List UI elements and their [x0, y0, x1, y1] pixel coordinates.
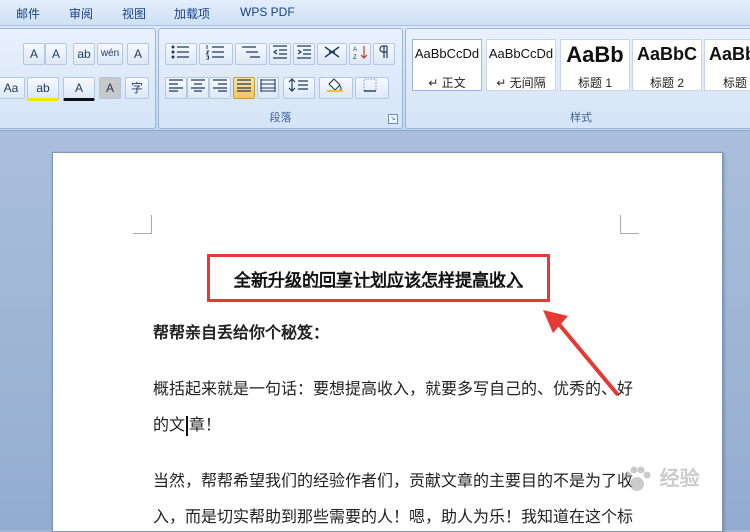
paragraph-2-line-2[interactable]: 入，而是切实帮助到那些需要的人！嗯，助人为乐！我知道在这个标 — [153, 503, 633, 527]
text-segment: 的文 — [153, 417, 186, 434]
text-cursor — [186, 415, 189, 436]
paw-icon — [624, 466, 651, 491]
paragraph-2-line-1[interactable]: 当然，帮帮希望我们的经验作者们，贡献文章的主要目的不是为了收 — [153, 467, 633, 491]
paragraph-1-line-2[interactable]: 的文 章！ — [153, 411, 221, 436]
annotation-arrow — [543, 310, 620, 397]
paragraph-1-line-1[interactable]: 概括起来就是一句话：要想提高收入，就要多写自己的、优秀的、好 — [153, 375, 633, 399]
watermark-logo: 经验 — [620, 462, 700, 497]
document-subheading[interactable]: 帮帮亲自丢给你个秘笈： — [153, 319, 329, 343]
watermark-text: 经验 — [659, 468, 700, 490]
text-segment: 章！ — [189, 417, 222, 434]
